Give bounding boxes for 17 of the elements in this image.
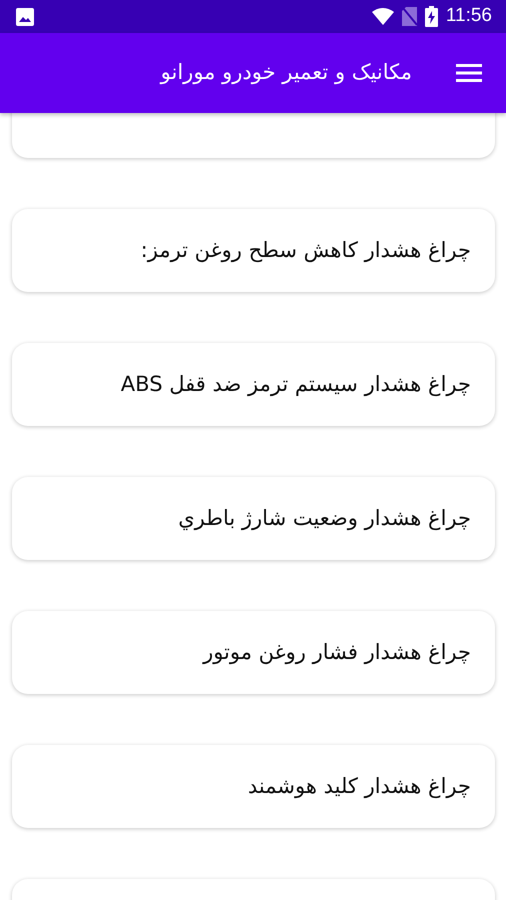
card-title: چراغ هشدار کاهش سطح روغن ترمز: xyxy=(140,236,471,264)
list-card[interactable]: چراغ هشدار سیستم ترمز ضد قفل ABS xyxy=(12,343,495,426)
clock-time: 11:56 xyxy=(446,4,492,28)
wifi-icon xyxy=(372,8,394,25)
card-title: چراغ هشدار سیستم ترمز ضد قفل ABS xyxy=(120,370,471,398)
battery-charging-icon xyxy=(424,6,438,27)
card-title: چراغ هشدار فشار روغن موتور xyxy=(203,638,471,666)
app-title: مکانیک و تعمیر خودرو مورانو xyxy=(160,59,412,86)
card-title: چراغ هشدار وضعیت شارژ باطري xyxy=(178,504,471,532)
image-icon xyxy=(16,8,34,26)
list-card[interactable]: چراغ هشدار کلید هوشمند xyxy=(12,745,495,828)
list-card[interactable]: چراغ هشدار وضعیت شارژ باطري xyxy=(12,477,495,560)
list-card[interactable]: چراغ هشدار کاهش سطح روغن ترمز: xyxy=(12,209,495,292)
menu-icon[interactable] xyxy=(456,63,482,83)
no-sim-icon xyxy=(402,7,417,26)
card-title: چراغ هشدار کلید هوشمند xyxy=(248,772,471,800)
list-card[interactable]: چراغ هشدار فشار روغن موتور xyxy=(12,611,495,694)
